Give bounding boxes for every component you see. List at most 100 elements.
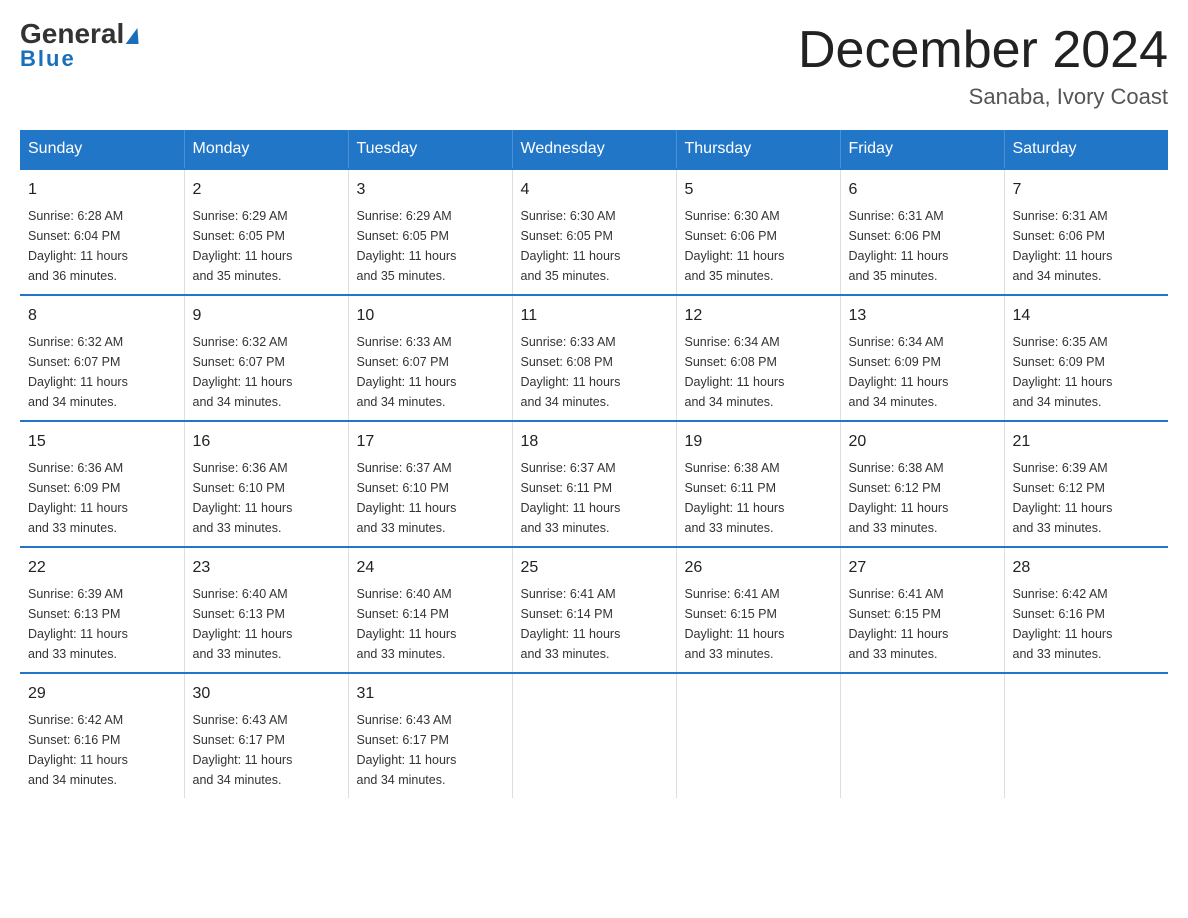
calendar-cell: 25 Sunrise: 6:41 AM Sunset: 6:14 PM Dayli… bbox=[512, 547, 676, 673]
day-number: 4 bbox=[521, 178, 668, 202]
day-info: Sunrise: 6:32 AM Sunset: 6:07 PM Dayligh… bbox=[193, 332, 340, 412]
calendar-cell: 28Sunrise: 6:42 AM Sunset: 6:16 PM Dayli… bbox=[1004, 547, 1168, 673]
header-wednesday: Wednesday bbox=[512, 130, 676, 169]
calendar-cell: 16 Sunrise: 6:36 AM Sunset: 6:10 PM Dayli… bbox=[184, 421, 348, 547]
calendar-cell: 30 Sunrise: 6:43 AM Sunset: 6:17 PM Dayli… bbox=[184, 673, 348, 798]
day-number: 5 bbox=[685, 178, 832, 202]
calendar-cell: 9 Sunrise: 6:32 AM Sunset: 6:07 PM Daylig… bbox=[184, 295, 348, 421]
logo: General Blue bbox=[20, 20, 140, 72]
day-info: Sunrise: 6:39 AM Sunset: 6:13 PM Dayligh… bbox=[28, 584, 176, 664]
day-info: Sunrise: 6:41 AM Sunset: 6:15 PM Dayligh… bbox=[685, 584, 832, 664]
calendar-cell: 12 Sunrise: 6:34 AM Sunset: 6:08 PM Dayli… bbox=[676, 295, 840, 421]
calendar-cell: 1 Sunrise: 6:28 AM Sunset: 6:04 PM Daylig… bbox=[20, 169, 184, 295]
day-info: Sunrise: 6:38 AM Sunset: 6:11 PM Dayligh… bbox=[685, 458, 832, 538]
day-number: 16 bbox=[193, 430, 340, 454]
day-number: 20 bbox=[849, 430, 996, 454]
day-number: 30 bbox=[193, 682, 340, 706]
calendar-header: SundayMondayTuesdayWednesdayThursdayFrid… bbox=[20, 130, 1168, 169]
day-info: Sunrise: 6:37 AM Sunset: 6:10 PM Dayligh… bbox=[357, 458, 504, 538]
day-number: 14 bbox=[1013, 304, 1161, 328]
calendar-cell: 17 Sunrise: 6:37 AM Sunset: 6:10 PM Dayli… bbox=[348, 421, 512, 547]
day-info: Sunrise: 6:33 AM Sunset: 6:07 PM Dayligh… bbox=[357, 332, 504, 412]
day-info: Sunrise: 6:28 AM Sunset: 6:04 PM Dayligh… bbox=[28, 206, 176, 286]
day-number: 10 bbox=[357, 304, 504, 328]
day-number: 18 bbox=[521, 430, 668, 454]
day-number: 13 bbox=[849, 304, 996, 328]
header-row: SundayMondayTuesdayWednesdayThursdayFrid… bbox=[20, 130, 1168, 169]
day-info: Sunrise: 6:36 AM Sunset: 6:10 PM Dayligh… bbox=[193, 458, 340, 538]
day-number: 31 bbox=[357, 682, 504, 706]
day-info: Sunrise: 6:41 AM Sunset: 6:14 PM Dayligh… bbox=[521, 584, 668, 664]
day-number: 12 bbox=[685, 304, 832, 328]
day-info: Sunrise: 6:42 AM Sunset: 6:16 PM Dayligh… bbox=[28, 710, 176, 790]
day-info: Sunrise: 6:43 AM Sunset: 6:17 PM Dayligh… bbox=[193, 710, 340, 790]
day-info: Sunrise: 6:30 AM Sunset: 6:05 PM Dayligh… bbox=[521, 206, 668, 286]
day-info: Sunrise: 6:38 AM Sunset: 6:12 PM Dayligh… bbox=[849, 458, 996, 538]
calendar-cell: 20 Sunrise: 6:38 AM Sunset: 6:12 PM Dayli… bbox=[840, 421, 1004, 547]
calendar-cell: 11Sunrise: 6:33 AM Sunset: 6:08 PM Dayli… bbox=[512, 295, 676, 421]
day-info: Sunrise: 6:35 AM Sunset: 6:09 PM Dayligh… bbox=[1013, 332, 1161, 412]
logo-text: General bbox=[20, 20, 140, 48]
day-info: Sunrise: 6:33 AM Sunset: 6:08 PM Dayligh… bbox=[521, 332, 668, 412]
day-info: Sunrise: 6:31 AM Sunset: 6:06 PM Dayligh… bbox=[1013, 206, 1161, 286]
day-number: 28 bbox=[1013, 556, 1161, 580]
day-info: Sunrise: 6:29 AM Sunset: 6:05 PM Dayligh… bbox=[357, 206, 504, 286]
calendar-cell bbox=[840, 673, 1004, 798]
day-number: 21 bbox=[1013, 430, 1161, 454]
calendar-cell: 31 Sunrise: 6:43 AM Sunset: 6:17 PM Dayli… bbox=[348, 673, 512, 798]
day-info: Sunrise: 6:34 AM Sunset: 6:08 PM Dayligh… bbox=[685, 332, 832, 412]
day-info: Sunrise: 6:36 AM Sunset: 6:09 PM Dayligh… bbox=[28, 458, 176, 538]
day-number: 1 bbox=[28, 178, 176, 202]
calendar-cell bbox=[512, 673, 676, 798]
day-info: Sunrise: 6:39 AM Sunset: 6:12 PM Dayligh… bbox=[1013, 458, 1161, 538]
calendar-cell: 14 Sunrise: 6:35 AM Sunset: 6:09 PM Dayli… bbox=[1004, 295, 1168, 421]
calendar-cell: 13 Sunrise: 6:34 AM Sunset: 6:09 PM Dayli… bbox=[840, 295, 1004, 421]
day-info: Sunrise: 6:41 AM Sunset: 6:15 PM Dayligh… bbox=[849, 584, 996, 664]
day-number: 29 bbox=[28, 682, 176, 706]
day-number: 9 bbox=[193, 304, 340, 328]
calendar-cell: 4 Sunrise: 6:30 AM Sunset: 6:05 PM Daylig… bbox=[512, 169, 676, 295]
day-info: Sunrise: 6:32 AM Sunset: 6:07 PM Dayligh… bbox=[28, 332, 176, 412]
week-row-3: 15 Sunrise: 6:36 AM Sunset: 6:09 PM Dayli… bbox=[20, 421, 1168, 547]
calendar-cell: 26 Sunrise: 6:41 AM Sunset: 6:15 PM Dayli… bbox=[676, 547, 840, 673]
header-thursday: Thursday bbox=[676, 130, 840, 169]
calendar-cell: 22 Sunrise: 6:39 AM Sunset: 6:13 PM Dayli… bbox=[20, 547, 184, 673]
day-info: Sunrise: 6:30 AM Sunset: 6:06 PM Dayligh… bbox=[685, 206, 832, 286]
day-info: Sunrise: 6:37 AM Sunset: 6:11 PM Dayligh… bbox=[521, 458, 668, 538]
day-info: Sunrise: 6:31 AM Sunset: 6:06 PM Dayligh… bbox=[849, 206, 996, 286]
calendar-cell: 18 Sunrise: 6:37 AM Sunset: 6:11 PM Dayli… bbox=[512, 421, 676, 547]
day-number: 25 bbox=[521, 556, 668, 580]
calendar-cell: 8 Sunrise: 6:32 AM Sunset: 6:07 PM Daylig… bbox=[20, 295, 184, 421]
calendar-cell: 15 Sunrise: 6:36 AM Sunset: 6:09 PM Dayli… bbox=[20, 421, 184, 547]
day-number: 2 bbox=[193, 178, 340, 202]
calendar-cell: 7Sunrise: 6:31 AM Sunset: 6:06 PM Daylig… bbox=[1004, 169, 1168, 295]
week-row-5: 29 Sunrise: 6:42 AM Sunset: 6:16 PM Dayli… bbox=[20, 673, 1168, 798]
header-sunday: Sunday bbox=[20, 130, 184, 169]
week-row-2: 8 Sunrise: 6:32 AM Sunset: 6:07 PM Daylig… bbox=[20, 295, 1168, 421]
day-number: 27 bbox=[849, 556, 996, 580]
calendar-cell bbox=[676, 673, 840, 798]
day-info: Sunrise: 6:43 AM Sunset: 6:17 PM Dayligh… bbox=[357, 710, 504, 790]
logo-blue: Blue bbox=[20, 46, 76, 72]
header-friday: Friday bbox=[840, 130, 1004, 169]
day-number: 15 bbox=[28, 430, 176, 454]
calendar-cell: 3 Sunrise: 6:29 AM Sunset: 6:05 PM Daylig… bbox=[348, 169, 512, 295]
day-number: 26 bbox=[685, 556, 832, 580]
calendar-cell: 2Sunrise: 6:29 AM Sunset: 6:05 PM Daylig… bbox=[184, 169, 348, 295]
day-number: 8 bbox=[28, 304, 176, 328]
calendar-cell: 10 Sunrise: 6:33 AM Sunset: 6:07 PM Dayli… bbox=[348, 295, 512, 421]
day-info: Sunrise: 6:40 AM Sunset: 6:14 PM Dayligh… bbox=[357, 584, 504, 664]
day-number: 3 bbox=[357, 178, 504, 202]
day-number: 6 bbox=[849, 178, 996, 202]
day-info: Sunrise: 6:34 AM Sunset: 6:09 PM Dayligh… bbox=[849, 332, 996, 412]
calendar-cell: 24Sunrise: 6:40 AM Sunset: 6:14 PM Dayli… bbox=[348, 547, 512, 673]
header-tuesday: Tuesday bbox=[348, 130, 512, 169]
calendar-cell: 5 Sunrise: 6:30 AM Sunset: 6:06 PM Daylig… bbox=[676, 169, 840, 295]
calendar-cell: 19Sunrise: 6:38 AM Sunset: 6:11 PM Dayli… bbox=[676, 421, 840, 547]
day-number: 22 bbox=[28, 556, 176, 580]
calendar-body: 1 Sunrise: 6:28 AM Sunset: 6:04 PM Daylig… bbox=[20, 169, 1168, 798]
calendar-cell bbox=[1004, 673, 1168, 798]
header-monday: Monday bbox=[184, 130, 348, 169]
day-number: 17 bbox=[357, 430, 504, 454]
calendar-cell: 27 Sunrise: 6:41 AM Sunset: 6:15 PM Dayli… bbox=[840, 547, 1004, 673]
